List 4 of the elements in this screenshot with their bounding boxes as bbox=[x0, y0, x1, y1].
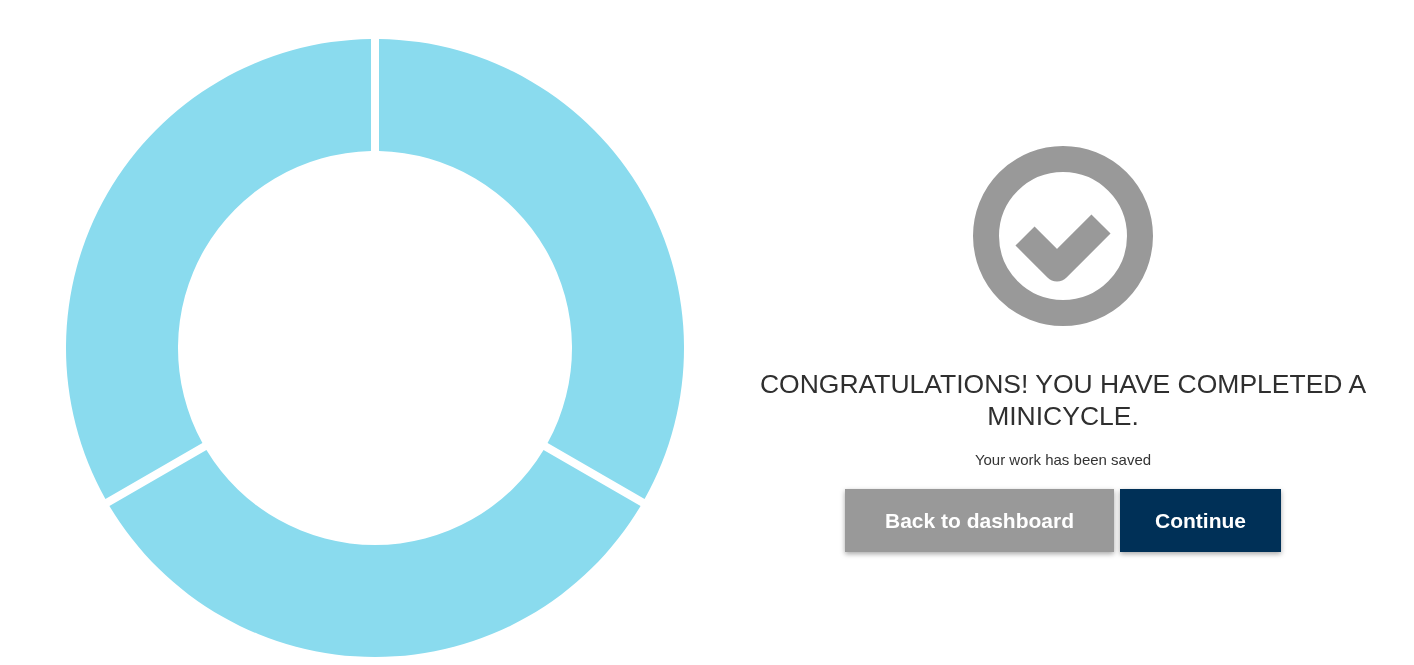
continue-button[interactable]: Continue bbox=[1120, 489, 1281, 552]
save-status-text: Your work has been saved bbox=[974, 450, 1152, 470]
completion-title: CONGRATULATIONS! YOU HAVE COMPLETED A MINICYCLE. bbox=[758, 368, 1368, 432]
check-circle-icon bbox=[973, 146, 1153, 326]
